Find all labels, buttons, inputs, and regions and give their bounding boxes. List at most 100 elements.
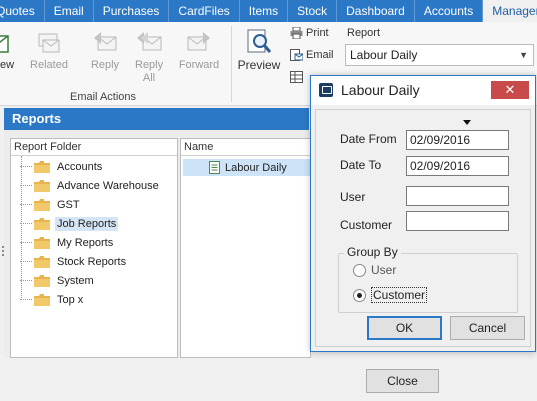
folder-icon <box>34 160 50 173</box>
app-icon <box>319 83 333 97</box>
folder-system[interactable]: System <box>20 271 175 290</box>
export-button[interactable] <box>290 71 303 83</box>
reply-all-label: Reply All <box>135 59 164 84</box>
folder-accounts[interactable]: Accounts <box>20 157 175 176</box>
date-to-label: Date To <box>340 158 382 172</box>
report-list: Name Labour Daily <box>180 138 311 358</box>
user-label: User <box>340 190 366 204</box>
group-by-user-label: User <box>371 263 397 277</box>
folder-icon <box>34 236 50 249</box>
close-icon: ✕ <box>504 82 516 97</box>
dialog-body: Date From 02/09/2016 Date To 02/09/2016 … <box>315 109 531 347</box>
reply-all-icon <box>137 32 162 51</box>
email-report-button[interactable]: Email <box>290 49 334 61</box>
new-label: ew <box>0 59 15 71</box>
reply-label: Reply <box>90 59 120 71</box>
menu-management[interactable]: Management <box>483 0 537 22</box>
splitter-grip-icon[interactable] <box>2 246 5 260</box>
folder-label: System <box>57 274 94 287</box>
related-icon <box>38 33 60 53</box>
folder-label: My Reports <box>57 236 114 249</box>
export-grid-icon <box>290 71 303 83</box>
main-menu-bar: Quotes Email Purchases CardFiles Items S… <box>0 0 537 22</box>
related-label: Related <box>30 59 68 71</box>
report-row-label: Labour Daily <box>225 161 287 174</box>
dialog-title-bar: Labour Daily ✕ <box>311 76 535 105</box>
date-from-label: Date From <box>340 132 397 146</box>
report-select[interactable]: Labour Daily ▼ <box>345 44 534 66</box>
radio-checked-icon <box>353 288 366 302</box>
menu-purchases[interactable]: Purchases <box>94 0 170 22</box>
forward-button[interactable]: Forward <box>176 28 222 72</box>
email-report-label: Email <box>306 49 334 61</box>
folder-icon <box>34 198 50 211</box>
folder-job-reports[interactable]: Job Reports <box>20 214 175 233</box>
folder-label: Accounts <box>57 160 103 173</box>
print-button[interactable]: Print <box>290 27 329 39</box>
preview-label: Preview <box>237 58 281 72</box>
report-select-value: Labour Daily <box>350 48 418 62</box>
new-button[interactable]: ew <box>0 28 20 72</box>
folder-stock-reports[interactable]: Stock Reports <box>20 252 175 271</box>
labour-daily-dialog: Labour Daily ✕ Date From 02/09/2016 Date… <box>310 75 536 352</box>
folder-my-reports[interactable]: My Reports <box>20 233 175 252</box>
folder-gst[interactable]: GST <box>20 195 175 214</box>
report-document-icon <box>209 161 220 174</box>
report-label: Report <box>347 27 381 39</box>
customer-field[interactable] <box>406 211 509 231</box>
customer-label: Customer <box>340 218 393 232</box>
folder-icon <box>34 293 50 306</box>
group-by-box <box>338 253 518 313</box>
menu-cardfiles[interactable]: CardFiles <box>169 0 240 22</box>
folder-list: Accounts Advance Warehouse GST Job Repor… <box>10 156 178 356</box>
group-by-label: Group By <box>344 245 401 259</box>
group-by-user-radio[interactable]: User <box>353 263 396 277</box>
menu-stock[interactable]: Stock <box>288 0 338 22</box>
preview-magnifier-icon <box>247 29 272 53</box>
forward-icon <box>187 32 210 51</box>
related-button[interactable]: Related <box>26 28 72 72</box>
folder-advance-warehouse[interactable]: Advance Warehouse <box>20 176 175 195</box>
menu-items[interactable]: Items <box>240 0 289 22</box>
folder-top-x[interactable]: Top x <box>20 290 175 309</box>
date-from-field[interactable]: 02/09/2016 <box>406 130 509 150</box>
chevron-down-icon: ▼ <box>519 50 528 60</box>
folder-icon <box>34 179 50 192</box>
name-column-header[interactable]: Name <box>181 139 310 156</box>
reply-all-button[interactable]: Reply All <box>128 28 170 85</box>
menu-accounts[interactable]: Accounts <box>415 0 484 22</box>
menu-quotes[interactable]: Quotes <box>0 0 45 22</box>
dialog-close-button[interactable]: ✕ <box>491 81 529 99</box>
email-report-icon <box>290 49 303 61</box>
group-by-customer-label: Customer <box>371 287 428 303</box>
printer-icon <box>290 27 303 39</box>
folder-label: GST <box>57 198 80 211</box>
email-actions-group-label: Email Actions <box>70 91 137 103</box>
down-arrow-icon <box>463 120 471 125</box>
print-label: Print <box>306 27 329 39</box>
folder-icon <box>34 274 50 287</box>
group-by-customer-radio[interactable]: Customer <box>353 287 428 303</box>
radio-unchecked-icon <box>353 263 366 277</box>
report-row-labour-daily[interactable]: Labour Daily <box>183 159 311 176</box>
reply-icon <box>94 32 117 51</box>
close-button[interactable]: Close <box>366 369 439 393</box>
folder-label: Job Reports <box>55 216 119 231</box>
dialog-title: Labour Daily <box>341 82 420 98</box>
reply-button[interactable]: Reply <box>84 28 126 72</box>
user-field[interactable] <box>406 186 509 206</box>
cancel-button[interactable]: Cancel <box>450 316 525 340</box>
reports-header: Reports <box>4 108 309 130</box>
menu-dashboard[interactable]: Dashboard <box>337 0 415 22</box>
menu-email[interactable]: Email <box>45 0 94 22</box>
new-email-icon <box>0 35 9 53</box>
preview-button[interactable]: Preview <box>237 28 281 73</box>
folder-icon <box>34 255 50 268</box>
forward-label: Forward <box>178 59 220 71</box>
folder-label: Top x <box>57 293 84 306</box>
folder-label: Advance Warehouse <box>57 179 159 192</box>
ok-button[interactable]: OK <box>367 316 442 340</box>
report-folder-header: Report Folder <box>11 139 177 156</box>
folder-icon <box>34 217 50 230</box>
date-to-field[interactable]: 02/09/2016 <box>406 156 509 176</box>
